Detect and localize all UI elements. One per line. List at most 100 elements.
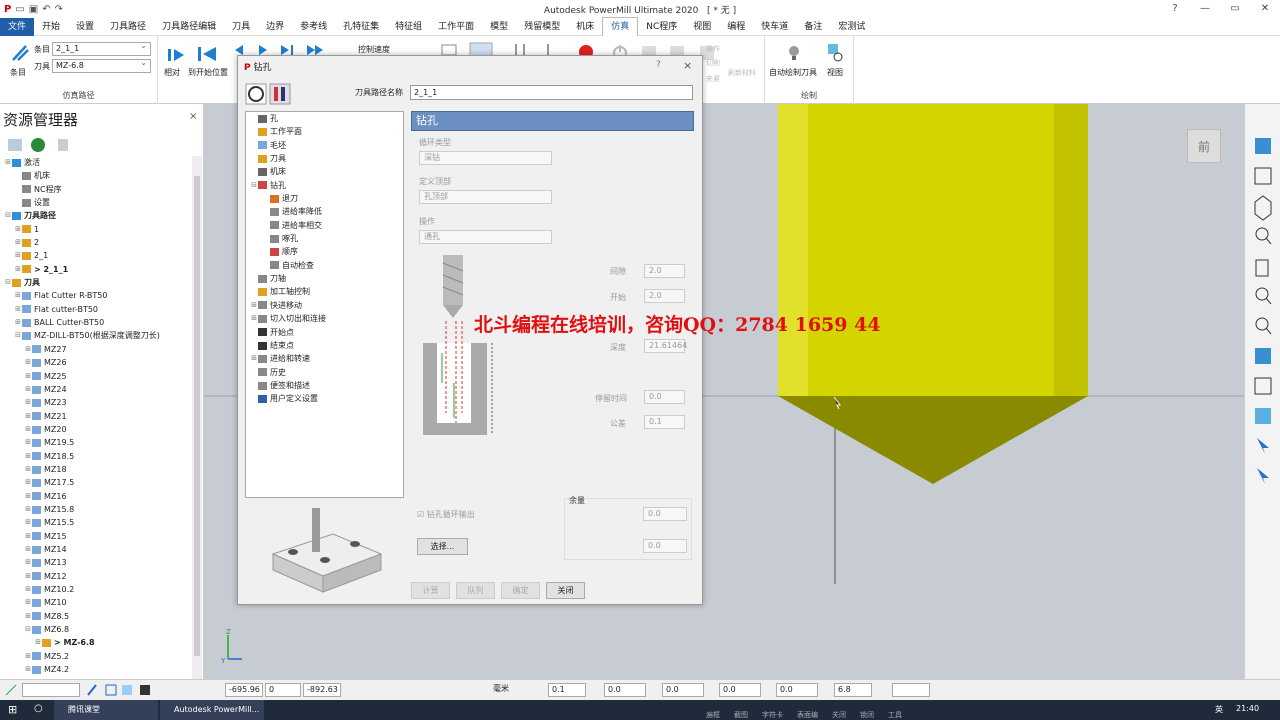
view-tools-icons[interactable]: [1245, 134, 1280, 514]
save-icon[interactable]: ▣: [29, 4, 38, 15]
tree-item[interactable]: ⊟ MZ6.8: [0, 623, 192, 636]
dialog-tree-item[interactable]: ⊞ 切入切出和连接: [246, 312, 403, 325]
tolerance-field[interactable]: 0.1: [548, 683, 586, 697]
expand-icon[interactable]: ⊞: [24, 543, 32, 556]
expand-icon[interactable]: ⊞: [24, 596, 32, 609]
menu-tab-14[interactable]: 仿真: [602, 17, 639, 36]
thickness-field[interactable]: 0.0: [604, 683, 646, 697]
tree-item[interactable]: ⊞ MZ17.5: [0, 476, 192, 489]
tree-item[interactable]: ⊞ Flat Cutter R-BT50: [0, 289, 192, 302]
taskbar-app-tencent[interactable]: 腾讯课堂: [54, 700, 158, 720]
taskbar-app-powermill[interactable]: Autodesk PowerMill...: [160, 700, 264, 720]
item-combo[interactable]: 2_1_1: [52, 40, 151, 56]
tray-tab[interactable]: 遍框: [706, 710, 720, 720]
explorer-scrollbar[interactable]: [192, 156, 202, 679]
tree-item[interactable]: ⊞ MZ4.2: [0, 663, 192, 676]
expand-icon[interactable]: ⊟: [4, 276, 12, 289]
minimize-button[interactable]: —: [1190, 0, 1220, 18]
ime-indicator[interactable]: 英: [1215, 704, 1223, 715]
tree-item[interactable]: ⊞ 2_1: [0, 249, 192, 262]
tree-item[interactable]: ⊞ MZ23: [0, 396, 192, 409]
tree-item[interactable]: ⊞ MZ24: [0, 383, 192, 396]
tree-item[interactable]: ⊟ 刀具: [0, 276, 192, 289]
depth-input[interactable]: 21.61464: [644, 339, 687, 353]
menu-tab-12[interactable]: 残留模型: [516, 18, 568, 36]
dialog-tree-item[interactable]: 用户定义设置: [246, 392, 403, 405]
dialog-tree-item[interactable]: 顺序: [246, 245, 403, 258]
tree-item[interactable]: ⊟ MZ-DILL-BT50(根据深度调整刀长): [0, 329, 192, 342]
to-start-label[interactable]: 到开始位置: [188, 67, 228, 78]
tree-item[interactable]: NC程序: [0, 183, 192, 196]
tray-tab[interactable]: 表面编: [797, 710, 818, 720]
menu-tab-6[interactable]: 边界: [258, 18, 292, 36]
expand-icon[interactable]: ⊞: [24, 650, 32, 663]
queue-button[interactable]: 队列: [456, 582, 495, 599]
tree-item[interactable]: ⊞ MZ20: [0, 423, 192, 436]
expand-icon[interactable]: ⊞: [24, 343, 32, 356]
tree-item[interactable]: ⊞ MZ16: [0, 490, 192, 503]
tree-item[interactable]: ⊞ 2: [0, 236, 192, 249]
tree-item[interactable]: ⊞ > 2_1_1: [0, 263, 192, 276]
tree-item[interactable]: ⊞ MZ21: [0, 410, 192, 423]
tree-item[interactable]: ⊞ BALL Cutter-BT50: [0, 316, 192, 329]
tree-item[interactable]: 设置: [0, 196, 192, 209]
expand-icon[interactable]: ⊞: [250, 352, 258, 365]
allowance-axial-input[interactable]: 0.0: [643, 539, 687, 553]
step-field[interactable]: 0.0: [776, 683, 818, 697]
radial-field[interactable]: 0.0: [662, 683, 704, 697]
snap-tools-icons[interactable]: [84, 682, 154, 698]
tree-item[interactable]: ⊞ MZ12: [0, 570, 192, 583]
tree-item[interactable]: ⊞ MZ25: [0, 370, 192, 383]
dialog-toolbar-icons[interactable]: [245, 83, 293, 105]
tree-item[interactable]: ⊞ MZ27: [0, 343, 192, 356]
menu-tab-2[interactable]: 设置: [68, 18, 102, 36]
expand-icon[interactable]: ⊞: [24, 356, 32, 369]
tree-item[interactable]: ⊞ MZ15.5: [0, 516, 192, 529]
expand-icon[interactable]: ⊞: [24, 463, 32, 476]
maximize-button[interactable]: ▭: [1220, 0, 1250, 18]
close-icon[interactable]: ×: [189, 111, 197, 122]
expand-icon[interactable]: ⊞: [14, 249, 22, 262]
expand-icon[interactable]: ⊞: [24, 583, 32, 596]
dialog-tree-item[interactable]: 啄孔: [246, 232, 403, 245]
menu-tab-18[interactable]: 快车道: [753, 18, 796, 36]
menu-tab-0[interactable]: 文件: [0, 17, 35, 36]
expand-icon[interactable]: ⊟: [14, 329, 22, 342]
dwell-input[interactable]: 0.0: [644, 390, 685, 404]
expand-icon[interactable]: ⊞: [24, 423, 32, 436]
expand-icon[interactable]: ⊞: [24, 503, 32, 516]
play-relative-icon[interactable]: [166, 46, 186, 64]
tray-tab[interactable]: 截图: [734, 710, 748, 720]
expand-icon[interactable]: ⊞: [14, 289, 22, 302]
tray-tab[interactable]: 工具: [888, 710, 902, 720]
dialog-tree-item[interactable]: 孔: [246, 112, 403, 125]
dialog-tree-item[interactable]: 毛坯: [246, 139, 403, 152]
view-label[interactable]: 视图: [827, 67, 843, 78]
tree-item[interactable]: ⊟ 刀具路径: [0, 209, 192, 222]
tree-item[interactable]: ⊞ 1: [0, 223, 192, 236]
expand-icon[interactable]: ⊞: [24, 610, 32, 623]
status-combo[interactable]: [22, 683, 80, 697]
expand-icon[interactable]: ⊞: [24, 383, 32, 396]
select-button[interactable]: 选择...: [417, 538, 468, 555]
tree-item[interactable]: ⊞ Flat cutter-BT50: [0, 303, 192, 316]
close-button[interactable]: ✕: [1250, 0, 1280, 18]
dialog-tree-item[interactable]: 便签和描述: [246, 379, 403, 392]
expand-icon[interactable]: ⊞: [4, 156, 12, 169]
tree-item[interactable]: ⊞ MZ18.5: [0, 450, 192, 463]
tray-tab[interactable]: 关闭: [832, 710, 846, 720]
expand-icon[interactable]: ⊟: [24, 623, 32, 636]
dialog-tree-item[interactable]: ⊞ 快进移动: [246, 299, 403, 312]
menu-tab-1[interactable]: 开始: [34, 18, 68, 36]
coord-y[interactable]: 0: [265, 683, 301, 697]
axial-field[interactable]: 0.0: [719, 683, 761, 697]
expand-icon[interactable]: ⊞: [14, 263, 22, 276]
tree-item[interactable]: ⊞ MZ13: [0, 556, 192, 569]
dialog-tree-item[interactable]: 历史: [246, 366, 403, 379]
expand-icon[interactable]: ⊞: [250, 312, 258, 325]
diameter-field[interactable]: 6.8: [834, 683, 872, 697]
menu-tab-20[interactable]: 宏测试: [830, 18, 873, 36]
allowance-radial-input[interactable]: 0.0: [643, 507, 687, 521]
expand-icon[interactable]: ⊞: [24, 663, 32, 676]
coord-x[interactable]: -695.96: [225, 683, 263, 697]
